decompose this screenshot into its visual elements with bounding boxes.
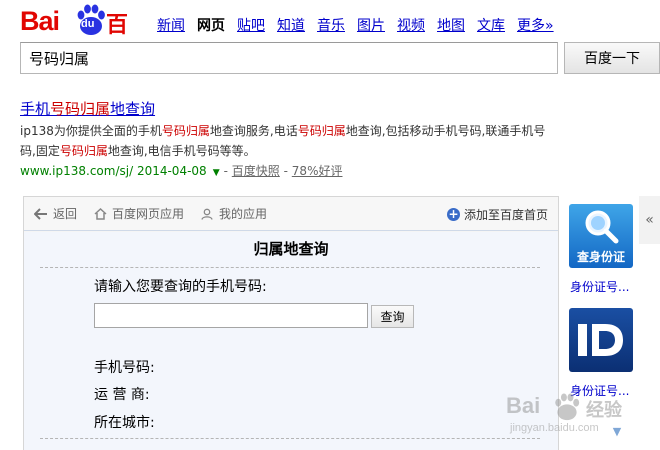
search-input[interactable] [20,42,558,74]
web-apps-label: 百度网页应用 [112,207,185,221]
field-phone-number: 手机号码: [94,360,155,376]
query-button[interactable]: 查询 [371,305,414,328]
app-link-id-number-1[interactable]: 身份证号... [570,278,629,295]
web-apps-link[interactable]: 百度网页应用 [93,205,184,222]
nav-map[interactable]: 地图 [437,15,465,35]
arrow-left-icon [34,207,48,221]
app-link-id-number-2[interactable]: 身份证号... [570,382,629,399]
result-title-part: 地查询 [110,100,156,118]
app-body: 归属地查询 请输入您要查询的手机号码: 查询 手机号码: 运 营 商: 所在城市… [24,232,558,450]
search-button[interactable]: 百度一下 [564,42,660,74]
result-title-part: 手机 [20,100,51,118]
abstract-text: 地查询服务,电话 [209,124,298,138]
scroll-down-icon[interactable]: ▼ [606,425,628,439]
rating-link[interactable]: 78%好评 [292,164,343,178]
result-title-link[interactable]: 手机号码归属地查询 [20,98,155,119]
back-button[interactable]: 返回 [34,205,77,222]
result-url: www.ip138.com/sj/ 2014-04-08 [20,164,207,178]
add-to-home-label: 添加至百度首页 [463,208,548,222]
abstract-highlight: 号码归属 [297,124,346,138]
abstract-text: ip138为你提供全面的手机 [20,124,162,138]
tile-label: 查身份证 [576,250,625,264]
field-city: 所在城市: [94,415,155,431]
result-title-highlight: 号码归属 [50,100,111,118]
nav-web[interactable]: 网页 [197,15,225,35]
related-apps-sidebar: 查身份证 身份证号... 身份证号... [560,196,638,450]
plus-icon: + [446,207,460,221]
app-heading: 归属地查询 [253,240,329,258]
my-apps-label: 我的应用 [219,207,268,221]
id-card-app-tile[interactable] [569,308,633,372]
app-panel: 返回 百度网页应用 我的应用 + 添加至百度首页 归属地查询 请输入您要查询的手… [23,196,559,450]
nav-news[interactable]: 新闻 [157,15,185,35]
abstract-text: 地查询,电信手机号码等等。 [107,144,256,158]
my-apps-link[interactable]: 我的应用 [200,205,267,222]
collapse-sidebar-button[interactable]: « [639,196,660,244]
nav-zhidao[interactable]: 知道 [277,15,305,35]
magnifier-icon [585,210,619,244]
field-carrier: 运 营 商: [94,387,150,403]
home-icon [93,207,107,221]
result-meta: www.ip138.com/sj/ 2014-04-08 ▼ - 百度快照 - 78… [20,162,342,179]
separator: - [223,164,228,178]
logo-latin: Bai [20,6,60,36]
id-card-icon [578,324,623,356]
dashed-divider [40,267,540,268]
cache-link[interactable]: 百度快照 [232,164,280,178]
dashed-divider [40,438,540,439]
phone-number-input[interactable] [94,303,368,328]
nav-video[interactable]: 视频 [397,15,425,35]
separator: - [283,164,288,178]
abstract-highlight: 号码归属 [59,144,108,158]
id-lookup-app-tile[interactable]: 查身份证 [569,204,633,268]
nav-more[interactable]: 更多» [517,15,554,35]
abstract-highlight: 号码归属 [161,124,210,138]
logo-paw-text: du [81,18,95,30]
nav-wenku[interactable]: 文库 [477,15,505,35]
add-to-home-button[interactable]: + 添加至百度首页 [446,206,548,223]
user-icon [200,207,214,221]
nav-images[interactable]: 图片 [357,15,385,35]
result-abstract: ip138为你提供全面的手机号码归属地查询服务,电话号码归属地查询,包括移动手机… [20,121,560,161]
dropdown-arrow-icon[interactable]: ▼ [213,168,220,178]
baidu-logo[interactable]: Bai du 百度 [20,4,142,70]
nav-music[interactable]: 音乐 [317,15,345,35]
app-toolbar: 返回 百度网页应用 我的应用 + 添加至百度首页 [24,197,558,231]
nav-tieba[interactable]: 贴吧 [237,15,265,35]
back-label: 返回 [53,207,78,221]
top-nav: 新闻 网页 贴吧 知道 音乐 图片 视频 地图 文库 更多» [157,15,566,35]
query-prompt: 请输入您要查询的手机号码: [94,279,267,295]
